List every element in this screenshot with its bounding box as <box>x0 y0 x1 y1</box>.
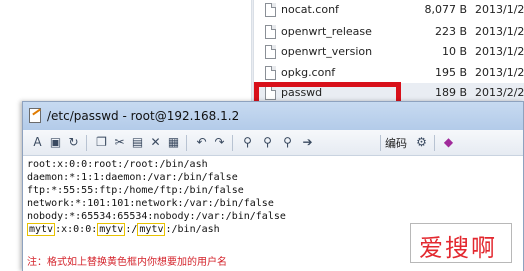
bookmark-icon[interactable]: ◆ <box>440 134 457 151</box>
toolbar-separator <box>380 135 381 151</box>
file-date: 2013/1/2 <box>475 25 524 38</box>
find-icon[interactable]: ⚲ <box>239 134 256 151</box>
file-size: 8,077 B <box>424 3 467 16</box>
file-date: 2013/2/2 <box>475 86 524 99</box>
editor-titlebar[interactable]: /etc/passwd - root@192.168.1.2 <box>23 102 523 130</box>
folder-pane <box>0 0 252 110</box>
file-row[interactable]: nocat.conf 8,077 B 2013/1/2 <box>254 0 524 20</box>
toolbar-separator <box>232 135 233 151</box>
refresh-icon[interactable]: ↻ <box>65 134 82 151</box>
goto-icon[interactable]: ➔ <box>299 134 316 151</box>
cut-icon[interactable]: ✂ <box>111 134 128 151</box>
watermark-logo: 爱搜啊 <box>410 223 512 263</box>
editor-toolbar: A ▣ ↻ ❐ ✂ ▤ ✕ ▦ ↶ ↷ ⚲ ⚲ ⚲ ➔ 编码 ⚙ ◆ <box>23 130 523 156</box>
edit-file-icon <box>29 108 41 123</box>
code-segment: :x:0:0: <box>55 224 98 235</box>
file-size: 195 B <box>434 66 467 79</box>
toolbar-separator <box>86 135 87 151</box>
file-name: openwrt_version <box>281 45 373 58</box>
code-segment: :/ <box>125 224 138 235</box>
find-next-icon[interactable]: ⚲ <box>259 134 276 151</box>
code-line: ftp:*:55:55:ftp:/home/ftp:/bin/false <box>27 185 244 196</box>
font-icon[interactable]: A <box>29 134 46 151</box>
username-box: mytv <box>27 223 56 236</box>
toolbar-separator <box>434 135 435 151</box>
file-size: 223 B <box>434 25 467 38</box>
save-icon[interactable]: ▣ <box>47 134 64 151</box>
code-line-new-user: mytv:x:0:0: mytv:/mytv:/bin/ash <box>27 223 220 236</box>
file-row[interactable]: openwrt_version 10 B 2013/1/2 <box>254 42 524 62</box>
file-icon <box>265 45 276 59</box>
home-name-box: mytv <box>97 223 126 236</box>
code-line: daemon:*:1:1:daemon:/var:/bin/false <box>27 172 238 183</box>
file-name: openwrt_release <box>281 25 372 38</box>
file-name: nocat.conf <box>281 3 339 16</box>
file-row[interactable]: openwrt_release 223 B 2013/1/2 <box>254 22 524 42</box>
code-segment: :/bin/ash <box>165 224 220 235</box>
select-all-icon[interactable]: ▦ <box>165 134 182 151</box>
paste-icon[interactable]: ▤ <box>129 134 146 151</box>
file-browser: nocat.conf 8,077 B 2013/1/2 openwrt_rele… <box>0 0 524 110</box>
file-date: 2013/1/2 <box>475 3 524 16</box>
file-size: 10 B <box>441 45 467 58</box>
file-icon <box>265 25 276 39</box>
find-prev-icon[interactable]: ⚲ <box>279 134 296 151</box>
encoding-button[interactable]: 编码 <box>385 135 407 151</box>
delete-icon[interactable]: ✕ <box>147 134 164 151</box>
code-line: nobody:*:65534:65534:nobody:/var:/bin/fa… <box>27 211 286 222</box>
copy-icon[interactable]: ❐ <box>93 134 110 151</box>
redo-icon[interactable]: ↷ <box>211 134 228 151</box>
file-size: 189 B <box>434 86 467 99</box>
file-icon <box>265 3 276 17</box>
code-line: network:*:101:101:network:/var:/bin/fals… <box>27 198 274 209</box>
undo-icon[interactable]: ↶ <box>193 134 210 151</box>
instruction-note: 注：格式如上替换黄色框内你想要加的用户名 <box>27 257 227 268</box>
settings-icon[interactable]: ⚙ <box>413 134 430 151</box>
file-icon <box>265 66 276 80</box>
window-title: /etc/passwd - root@192.168.1.2 <box>47 109 240 123</box>
file-date: 2013/1/2 <box>475 45 524 58</box>
file-date: 2013/1/2 <box>475 66 524 79</box>
watermark-text: 爱搜啊 <box>419 234 497 262</box>
file-row[interactable]: opkg.conf 195 B 2013/1/2 <box>254 63 524 83</box>
file-name: opkg.conf <box>281 66 336 79</box>
code-line: root:x:0:0:root:/root:/bin/ash <box>27 159 208 170</box>
toolbar-separator <box>186 135 187 151</box>
home-dir-box: mytv <box>137 223 166 236</box>
